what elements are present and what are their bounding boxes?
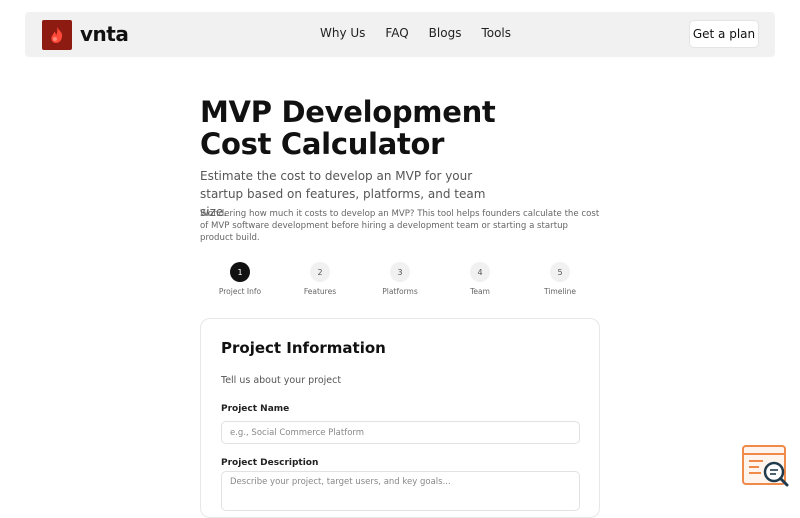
project-name-label: Project Name [221,404,290,414]
card-title: Project Information [221,339,386,357]
floating-helper-button[interactable] [741,444,791,490]
nav-link-tools[interactable]: Tools [481,26,511,40]
step-number: 1 [230,262,250,282]
project-name-input[interactable] [221,421,580,444]
page-title-line-1: MVP Development [200,95,496,129]
brand-name[interactable]: vnta [80,22,129,46]
project-description-label: Project Description [221,458,319,468]
top-navbar: vnta Why Us FAQ Blogs Tools Get a plan [25,12,775,57]
step-label: Project Info [218,287,262,296]
step-timeline[interactable]: 5 Timeline [520,262,600,296]
page-title-line-2: Cost Calculator [200,127,445,161]
get-a-plan-button[interactable]: Get a plan [689,20,759,48]
step-team[interactable]: 4 Team [440,262,520,296]
card-subtitle: Tell us about your project [221,375,342,386]
brand-logo[interactable] [42,20,72,50]
nav-link-why-us[interactable]: Why Us [320,26,365,40]
step-label: Features [303,287,337,296]
page-title: MVP Development Cost Calculator [200,96,600,160]
step-number: 2 [310,262,330,282]
step-label: Timeline [544,287,576,296]
project-info-card: Project Information Tell us about your p… [200,318,600,518]
step-number: 3 [390,262,410,282]
stepper: 1 Project Info 2 Features 3 Platforms 4 … [200,262,600,302]
step-label: Platforms [382,287,418,296]
flame-logo-icon [51,27,63,43]
page-description: Wondering how much it costs to develop a… [200,209,600,243]
step-label: Team [470,287,490,296]
step-features[interactable]: 2 Features [280,262,360,296]
step-platforms[interactable]: 3 Platforms [360,262,440,296]
step-number: 5 [550,262,570,282]
nav-link-blogs[interactable]: Blogs [429,26,462,40]
project-description-textarea[interactable] [221,471,580,511]
nav-links: Why Us FAQ Blogs Tools [320,26,531,40]
step-number: 4 [470,262,490,282]
step-project-info[interactable]: 1 Project Info [200,262,280,296]
nav-link-faq[interactable]: FAQ [385,26,408,40]
search-window-icon [742,445,789,487]
